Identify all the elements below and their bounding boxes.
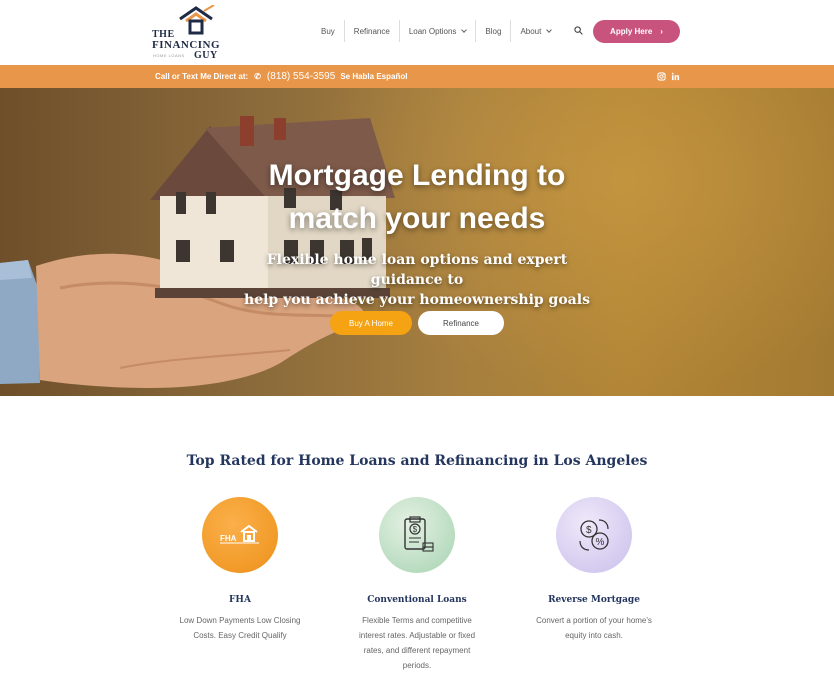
card-description: Convert a portion of your home's equity … (514, 613, 674, 643)
exchange-percent-icon: $ % (579, 519, 609, 551)
chevron-right-icon: › (660, 27, 663, 36)
percent-sign-icon: % (596, 537, 605, 548)
card-description-line: Low Down Payments Low Closing (179, 616, 301, 625)
house-logo-icon (179, 5, 215, 35)
fha-icon-circle: FHA (202, 497, 278, 573)
hero-title: Mortgage Lending to match your needs (240, 154, 594, 240)
conventional-icon-circle: $ (379, 497, 455, 573)
clipboard-dollar-icon: $ (404, 516, 434, 552)
card-description: Low Down Payments Low Closing Costs. Eas… (160, 613, 320, 643)
hero-title-line: Mortgage Lending to (268, 159, 566, 192)
card-description-line: interest rates. Adjustable or fixed (358, 631, 476, 640)
card-description-line: Flexible Terms and competitive (362, 616, 472, 625)
spanish-label: Se Habla Español (340, 72, 408, 81)
phone-icon: ✆ (254, 72, 261, 81)
logo-text-guy: GUY (194, 50, 218, 61)
logo-tagline: HOME LOANS (153, 53, 185, 58)
apply-here-button[interactable]: Apply Here › (593, 20, 680, 43)
refinance-button[interactable]: Refinance (418, 311, 504, 335)
nav-item-loan-options[interactable]: Loan Options (400, 20, 477, 42)
nav-item-about[interactable]: About (511, 20, 560, 42)
nav-item-refinance[interactable]: Refinance (345, 20, 400, 42)
nav-item-blog[interactable]: Blog (476, 20, 512, 42)
service-card-reverse-mortgage[interactable]: $ % Reverse Mortgage Convert a portion o… (514, 497, 674, 643)
card-description-line: equity into cash. (565, 631, 623, 640)
fha-icon-text: FHA (220, 534, 237, 543)
service-card-conventional[interactable]: $ Conventional Loans Flexible Terms and … (337, 497, 497, 673)
linkedin-icon[interactable] (671, 72, 680, 81)
search-icon[interactable] (574, 26, 583, 35)
hero-title-line: match your needs (288, 202, 546, 235)
card-title: Reverse Mortgage (548, 595, 640, 605)
apply-here-label: Apply Here (610, 27, 653, 36)
site-header: THE FINANCING HOME LOANS GUY Buy Refinan… (0, 0, 834, 65)
nav-item-label: About (520, 26, 542, 36)
dollar-sign-icon: $ (413, 525, 418, 534)
hero-subtitle: Flexible home loan options and expert gu… (230, 250, 604, 310)
chevron-down-icon (546, 26, 553, 33)
nav-item-label: Loan Options (408, 26, 457, 36)
contact-bar: Call or Text Me Direct at: ✆ (818) 554-3… (0, 65, 834, 88)
card-description-line: Convert a portion of your home's (536, 616, 652, 625)
card-description-line: Costs. Easy Credit Qualify (193, 631, 287, 640)
card-title: Conventional Loans (367, 595, 467, 605)
instagram-icon[interactable] (657, 72, 666, 81)
main-nav: Buy Refinance Loan Options Blog About (312, 20, 560, 42)
chevron-down-icon (461, 26, 468, 33)
card-description-line: rates, and different repayment (363, 646, 471, 655)
nav-item-label: Blog (485, 26, 502, 36)
social-links (657, 72, 680, 81)
contact-label: Call or Text Me Direct at: (155, 72, 249, 81)
card-title: FHA (229, 595, 251, 605)
reverse-icon-circle: $ % (556, 497, 632, 573)
section-title: Top Rated for Home Loans and Refinancing… (186, 453, 648, 469)
logo[interactable]: THE FINANCING HOME LOANS GUY (152, 5, 222, 61)
hand-holding-house-image (0, 116, 395, 388)
hero-subtitle-line: Flexible home loan options and expert gu… (266, 252, 568, 288)
contact-info: Call or Text Me Direct at: ✆ (818) 554-3… (155, 71, 407, 82)
card-description: Flexible Terms and competitive interest … (337, 613, 497, 673)
nav-item-label: Buy (321, 26, 335, 36)
service-card-fha[interactable]: FHA FHA Low Down Payments Low Closing Co… (160, 497, 320, 643)
svg-text:$: $ (586, 525, 592, 536)
fha-house-icon: FHA (220, 524, 259, 544)
nav-item-buy[interactable]: Buy (312, 20, 345, 42)
hero-subtitle-line: help you achieve your homeownership goal… (244, 292, 590, 308)
card-description-line: periods. (402, 661, 432, 670)
phone-link[interactable]: (818) 554-3595 (267, 71, 335, 82)
nav-item-label: Refinance (353, 26, 390, 36)
buy-a-home-button[interactable]: Buy A Home (330, 311, 412, 335)
hero-banner: Mortgage Lending to match your needs Fle… (0, 88, 834, 396)
